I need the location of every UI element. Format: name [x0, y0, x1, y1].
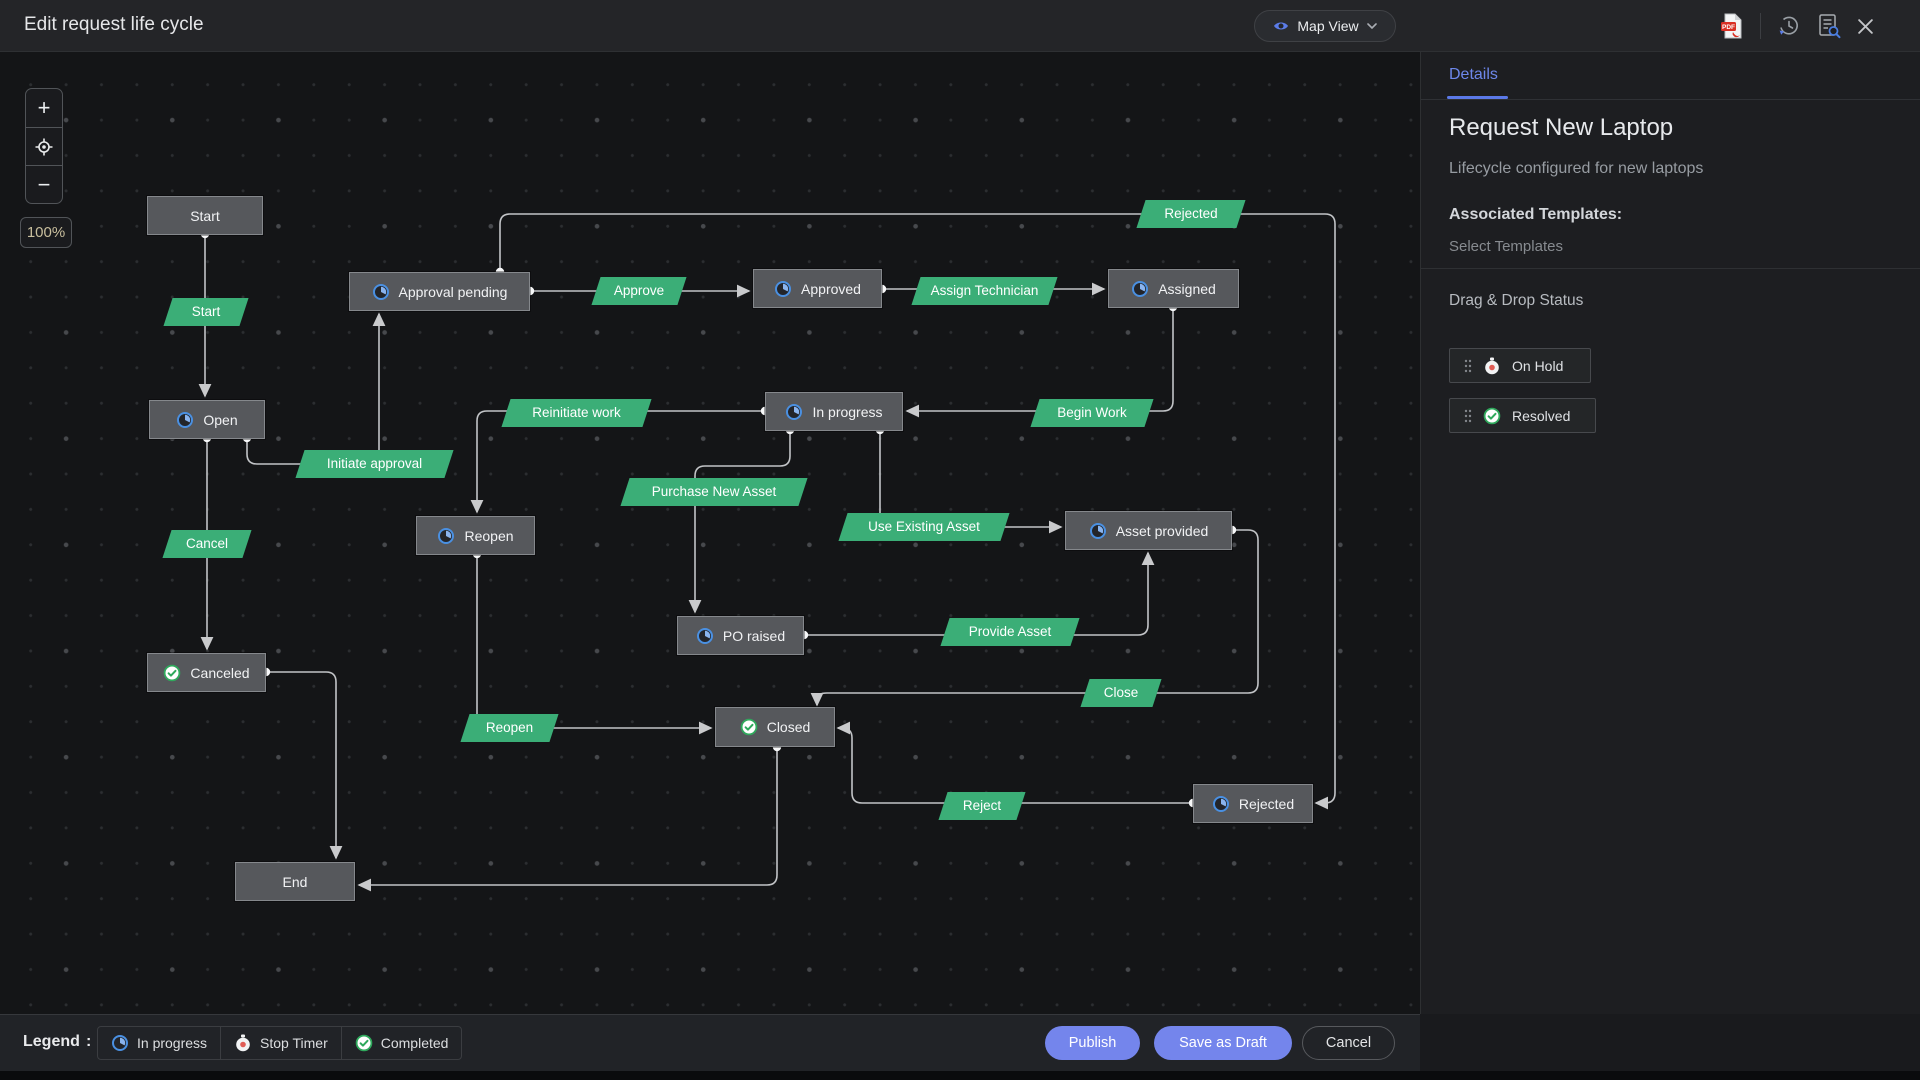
- transition-rejected[interactable]: Rejected: [1141, 200, 1241, 228]
- panel-tab-bar: Details: [1421, 52, 1920, 100]
- pdf-icon: [1720, 13, 1744, 39]
- close-button[interactable]: [1857, 18, 1874, 35]
- completed-icon: [740, 718, 758, 736]
- transition-approve[interactable]: Approve: [596, 277, 682, 305]
- in-progress-icon: [111, 1034, 129, 1052]
- node-start[interactable]: Start: [147, 196, 263, 235]
- page-title: Edit request life cycle: [24, 14, 204, 36]
- history-button[interactable]: [1777, 14, 1801, 38]
- node-canceled[interactable]: Canceled: [147, 653, 266, 692]
- in-progress-icon: [437, 527, 455, 545]
- transition-assign-technician[interactable]: Assign Technician: [916, 277, 1053, 305]
- lifecycle-subtitle: Lifecycle configured for new laptops: [1449, 160, 1703, 178]
- legend-group: In progress Stop Timer Completed: [97, 1026, 462, 1060]
- top-icon-group: [1720, 13, 1874, 39]
- panel-bottom-area: [1420, 1014, 1920, 1072]
- divider: [1760, 13, 1761, 39]
- details-panel: Details Request New Laptop Lifecycle con…: [1420, 52, 1920, 1014]
- tab-details[interactable]: Details: [1449, 52, 1498, 100]
- chevron-down-icon: [1367, 23, 1377, 29]
- transition-start[interactable]: Start: [168, 298, 244, 326]
- crosshair-icon: [34, 137, 54, 157]
- in-progress-icon: [372, 283, 390, 301]
- cancel-button[interactable]: Cancel: [1302, 1026, 1395, 1060]
- fit-view-button[interactable]: [26, 127, 62, 165]
- in-progress-icon: [1089, 522, 1107, 540]
- node-assigned[interactable]: Assigned: [1108, 269, 1239, 308]
- node-open[interactable]: Open: [149, 400, 265, 439]
- bottom-strip: [0, 1071, 1920, 1080]
- transition-reinitiate-work[interactable]: Reinitiate work: [506, 399, 647, 427]
- tab-active-underline: [1447, 96, 1508, 99]
- legend-item-stop-timer: Stop Timer: [220, 1027, 341, 1059]
- completed-icon: [355, 1034, 373, 1052]
- lifecycle-title: Request New Laptop: [1449, 114, 1673, 142]
- top-bar: Edit request life cycle Map View: [0, 0, 1920, 52]
- legend-label: Legend: [23, 1033, 80, 1051]
- transition-begin-work[interactable]: Begin Work: [1035, 399, 1149, 427]
- zoom-in-button[interactable]: +: [26, 89, 62, 127]
- node-approval-pending[interactable]: Approval pending: [349, 272, 530, 311]
- in-progress-icon: [1131, 280, 1149, 298]
- close-icon: [1857, 18, 1874, 35]
- completed-icon: [163, 664, 181, 682]
- flow-canvas[interactable]: Start Open Approval pending Approved Ass…: [0, 52, 1420, 1014]
- transition-use-existing-asset[interactable]: Use Existing Asset: [843, 513, 1005, 541]
- node-approved[interactable]: Approved: [753, 269, 882, 308]
- audit-log-button[interactable]: [1817, 13, 1841, 39]
- completed-icon: [1483, 407, 1501, 425]
- drag-drop-status-label: Drag & Drop Status: [1449, 292, 1583, 310]
- zoom-out-button[interactable]: −: [26, 165, 62, 203]
- transition-initiate-approval[interactable]: Initiate approval: [300, 450, 449, 478]
- legend-item-completed: Completed: [341, 1027, 462, 1059]
- export-pdf-button[interactable]: [1720, 13, 1744, 39]
- drag-handle-icon: [1464, 409, 1472, 423]
- drag-handle-icon: [1464, 359, 1472, 373]
- document-search-icon: [1817, 13, 1841, 39]
- map-view-label: Map View: [1297, 18, 1358, 34]
- in-progress-icon: [176, 411, 194, 429]
- node-end[interactable]: End: [235, 862, 355, 901]
- publish-button[interactable]: Publish: [1045, 1026, 1140, 1060]
- in-progress-icon: [1212, 795, 1230, 813]
- select-templates-dropdown[interactable]: Select Templates: [1449, 238, 1563, 255]
- node-reopen[interactable]: Reopen: [416, 516, 535, 555]
- in-progress-icon: [696, 627, 714, 645]
- node-asset-provided[interactable]: Asset provided: [1065, 511, 1232, 550]
- zoom-level-badge[interactable]: 100%: [20, 217, 72, 248]
- status-chip-on-hold[interactable]: On Hold: [1449, 348, 1591, 383]
- node-in-progress[interactable]: In progress: [765, 392, 903, 431]
- bottom-bar: Legend : In progress Stop Timer Complete…: [0, 1014, 1420, 1071]
- transition-cancel[interactable]: Cancel: [167, 530, 247, 558]
- stop-timer-icon: [1483, 357, 1501, 375]
- map-view-dropdown[interactable]: Map View: [1254, 10, 1396, 42]
- status-chip-resolved[interactable]: Resolved: [1449, 398, 1596, 433]
- panel-divider: [1421, 268, 1920, 269]
- node-closed[interactable]: Closed: [715, 707, 835, 747]
- in-progress-icon: [785, 403, 803, 421]
- legend-colon: :: [86, 1033, 91, 1051]
- history-icon: [1777, 14, 1801, 38]
- eye-icon: [1273, 20, 1289, 32]
- node-rejected[interactable]: Rejected: [1193, 784, 1313, 823]
- node-po-raised[interactable]: PO raised: [677, 616, 804, 655]
- save-as-draft-button[interactable]: Save as Draft: [1154, 1026, 1292, 1060]
- in-progress-icon: [774, 280, 792, 298]
- stop-timer-icon: [234, 1034, 252, 1052]
- transition-provide-asset[interactable]: Provide Asset: [945, 618, 1075, 646]
- transition-close[interactable]: Close: [1085, 679, 1157, 707]
- legend-item-in-progress: In progress: [98, 1027, 220, 1059]
- transition-purchase-new-asset[interactable]: Purchase New Asset: [625, 478, 803, 506]
- associated-templates-label: Associated Templates:: [1449, 206, 1622, 224]
- transition-reject[interactable]: Reject: [943, 792, 1021, 820]
- zoom-controls: + −: [25, 88, 63, 204]
- transition-reopen[interactable]: Reopen: [465, 714, 554, 742]
